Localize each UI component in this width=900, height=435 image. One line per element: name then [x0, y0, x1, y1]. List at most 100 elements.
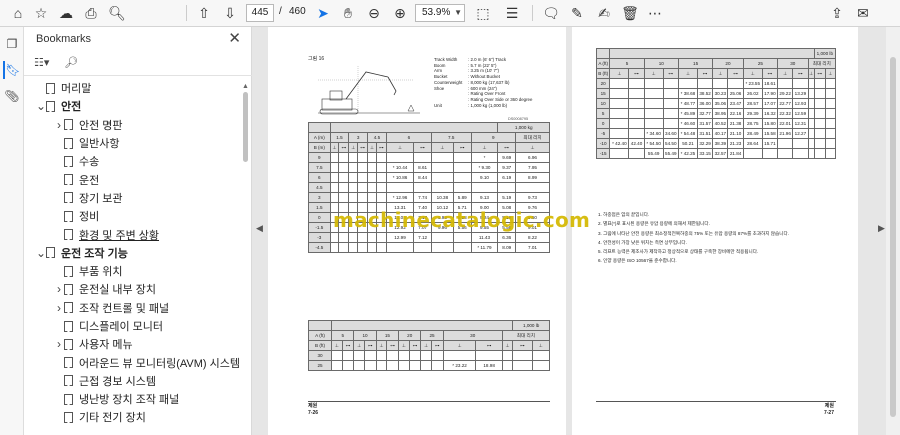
- table-cell: ⊥: [712, 68, 729, 79]
- table-cell: [367, 172, 377, 183]
- select-cursor-icon[interactable]: ➤: [313, 3, 333, 23]
- table-cell: 8.61: [413, 162, 432, 173]
- upload-cloud-icon[interactable]: ☁: [56, 3, 76, 23]
- bookmark-item[interactable]: › 안전 명판: [24, 116, 240, 134]
- table-header-row: 1,000 kg: [308, 122, 550, 133]
- table-cell: 17.07: [761, 98, 779, 109]
- delete-icon[interactable]: 🗑︎: [620, 3, 640, 23]
- bookmark-label: 정비: [79, 211, 100, 224]
- chevron-down-icon[interactable]: ⌄: [36, 99, 46, 113]
- table-cell: 40.17: [712, 128, 729, 139]
- bookmark-scrollbar[interactable]: ▲: [242, 83, 249, 429]
- zoom-out-icon[interactable]: ⊖: [364, 3, 384, 23]
- chevron-right-icon[interactable]: ›: [54, 282, 64, 296]
- comment-icon[interactable]: 🗨︎: [541, 3, 561, 23]
- chevron-right-icon[interactable]: ›: [54, 337, 64, 351]
- table-cell: ⊶: [696, 68, 714, 79]
- chevron-right-icon[interactable]: ›: [54, 118, 64, 132]
- page-up-icon[interactable]: ⇧: [194, 3, 214, 23]
- table-cell: 18.98: [475, 360, 503, 371]
- hand-icon[interactable]: ✋︎: [338, 3, 358, 23]
- bookmark-icon: [46, 100, 55, 112]
- table-cell: [470, 182, 499, 193]
- viewer-scrollbar[interactable]: [886, 27, 900, 435]
- table-cell: [348, 152, 359, 163]
- table-cell: 0: [595, 118, 611, 129]
- table-cell: * 42.25: [677, 148, 698, 159]
- table-cell: ⊶: [792, 68, 809, 79]
- table-cell: [643, 88, 664, 99]
- bookmark-item[interactable]: 운전: [24, 170, 240, 188]
- note-item: 2. 별표(*)로 표시된 용량은 유압 용량에 의해서 제한됩니다.: [598, 221, 710, 227]
- collapse-right-icon[interactable]: ▶: [878, 223, 885, 234]
- page-total: 460: [289, 6, 306, 17]
- highlight-pen-icon[interactable]: ✎: [567, 3, 587, 23]
- zoom-level-select[interactable]: 53.9% ▼: [415, 4, 465, 22]
- bookmark-item[interactable]: 기타 전기 장치: [24, 408, 240, 426]
- table-cell: ⊶: [408, 340, 422, 351]
- bookmark-item[interactable]: 근접 경보 시스템: [24, 372, 240, 390]
- table-cell: 18.61: [761, 78, 779, 89]
- scroll-mode-icon[interactable]: ☰: [502, 3, 522, 23]
- page-down-icon[interactable]: ⇩: [220, 3, 240, 23]
- bookmark-item[interactable]: 환경 및 주변 상황: [24, 225, 240, 243]
- sign-icon[interactable]: ✍︎: [594, 3, 614, 23]
- page-number-input[interactable]: 445: [246, 4, 274, 22]
- zoom-search-icon[interactable]: 🔍︎: [107, 3, 127, 23]
- bookmark-item[interactable]: 정비: [24, 207, 240, 225]
- close-icon[interactable]: ✕: [228, 29, 241, 47]
- chevron-right-icon[interactable]: ›: [54, 301, 64, 315]
- table-cell: 5: [609, 58, 645, 69]
- bookmark-item[interactable]: ⌄ 운전 조작 기능: [24, 244, 240, 262]
- table-cell: 22.01: [777, 118, 794, 129]
- table-cell: [501, 360, 514, 371]
- zoom-in-icon[interactable]: ⊕: [390, 3, 410, 23]
- bookmark-icon[interactable]: 🔖︎: [3, 61, 21, 79]
- table-cell: 9.13: [470, 192, 499, 203]
- table-cell: 0: [308, 212, 331, 223]
- table-cell: 25.06: [727, 88, 744, 99]
- table-cell: 1.5: [329, 132, 350, 143]
- bookmark-item[interactable]: › 조작 컨트롤 및 패널: [24, 299, 240, 317]
- bookmark-item[interactable]: 일반사항: [24, 134, 240, 152]
- bookmark-item[interactable]: 냉난방 장치 조작 패널: [24, 390, 240, 408]
- bookmark-item[interactable]: 디스플레이 모니터: [24, 317, 240, 335]
- table-cell: [329, 162, 340, 173]
- table-cell: 12.31: [792, 118, 809, 129]
- options-menu-icon[interactable]: ☷▾: [34, 54, 56, 70]
- table-cell: [338, 162, 350, 173]
- find-bookmark-icon[interactable]: 🔎︎: [64, 54, 86, 70]
- table-cell: [628, 108, 645, 119]
- excavator-diagram: [318, 66, 420, 115]
- pages-icon[interactable]: ❐: [3, 35, 21, 53]
- table-cell: [609, 148, 630, 159]
- bookmark-item[interactable]: › 사용자 메뉴: [24, 335, 240, 353]
- table-cell: 5: [595, 108, 611, 119]
- email-icon[interactable]: ✉: [853, 3, 873, 23]
- share-icon[interactable]: ⇪: [827, 3, 847, 23]
- star-icon[interactable]: ☆: [31, 3, 51, 23]
- table-cell: [357, 172, 369, 183]
- more-icon[interactable]: ⋯: [645, 3, 665, 23]
- print-icon[interactable]: ⎙: [81, 3, 101, 23]
- bookmark-item[interactable]: ⌄ 안전: [24, 97, 240, 115]
- table-cell: [628, 118, 645, 129]
- fit-page-icon[interactable]: ⬚: [473, 3, 493, 23]
- table-cell: 30: [307, 350, 333, 361]
- lift-capacity-table-lb-continued: 1,000 lb A (ft) 5 10 15 20 25 30 최대 리치 B (ft) ⊥ ⊶ ⊥ ⊶…: [595, 48, 837, 159]
- chevron-down-icon[interactable]: ⌄: [36, 246, 46, 260]
- bookmark-item[interactable]: › 운전실 내부 장치: [24, 280, 240, 298]
- bookmark-label: 운전실 내부 장치: [79, 284, 156, 297]
- home-icon[interactable]: ⌂: [8, 3, 28, 23]
- bookmark-item[interactable]: 머리말: [24, 79, 240, 97]
- bookmark-label: 환경 및 주변 상황: [79, 229, 160, 242]
- attachment-icon[interactable]: 📎︎: [3, 87, 21, 105]
- bookmark-item[interactable]: 부품 위치: [24, 262, 240, 280]
- bookmark-item[interactable]: 수송: [24, 152, 240, 170]
- bookmark-item[interactable]: 어라운드 뷰 모니터링(AVM) 시스템: [24, 353, 240, 371]
- collapse-left-icon[interactable]: ◀: [256, 223, 263, 234]
- table-cell: [609, 118, 630, 129]
- table-cell: [385, 152, 415, 163]
- bookmark-item[interactable]: 장기 보관: [24, 189, 240, 207]
- table-cell: [357, 182, 369, 193]
